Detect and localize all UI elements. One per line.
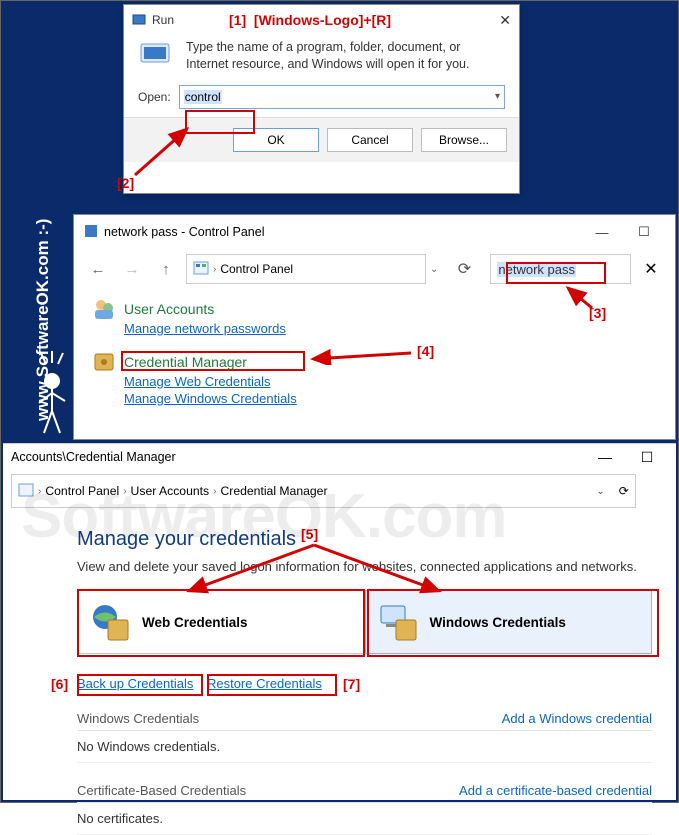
maximize-button[interactable]: ☐ — [626, 449, 668, 466]
breadcrumb-root: Control Panel — [220, 262, 293, 276]
open-label: Open: — [138, 90, 171, 104]
windows-credentials-empty: No Windows credentials. — [77, 731, 652, 763]
doodle-figure-left — [35, 349, 69, 435]
web-credentials-label: Web Credentials — [142, 615, 248, 630]
refresh-button[interactable]: ⟳ — [450, 259, 478, 279]
web-credentials-card[interactable]: Web Credentials — [77, 590, 365, 654]
forward-button[interactable]: → — [118, 255, 146, 283]
windows-credentials-card[interactable]: Windows Credentials — [365, 590, 653, 654]
clear-search-button[interactable]: ✕ — [637, 259, 665, 279]
run-program-icon — [138, 39, 174, 67]
search-value: network pass — [497, 262, 576, 277]
section-cert-credentials: Certificate-Based Credentials — [77, 783, 246, 798]
run-description: Type the name of a program, folder, docu… — [186, 39, 505, 73]
up-button[interactable]: ↑ — [152, 255, 180, 283]
control-panel-icon — [84, 224, 98, 241]
credential-manager-heading[interactable]: Credential Manager — [124, 354, 247, 370]
manage-windows-credentials-link[interactable]: Manage Windows Credentials — [124, 391, 657, 406]
open-input-value: control — [184, 90, 222, 104]
breadcrumb[interactable]: › Control Panel — [186, 254, 426, 284]
restore-credentials-link[interactable]: Restore Credentials — [207, 676, 322, 691]
manage-network-passwords-link[interactable]: Manage network passwords — [124, 321, 657, 336]
crumb-user-accounts[interactable]: User Accounts — [131, 484, 210, 498]
open-input[interactable]: control ▾ — [179, 85, 505, 109]
ok-button[interactable]: OK — [233, 128, 319, 152]
back-button[interactable]: ← — [84, 255, 112, 283]
breadcrumb[interactable]: › Control Panel › User Accounts › Creden… — [11, 474, 636, 508]
crumb-credential-manager[interactable]: Credential Manager — [220, 484, 327, 498]
section-windows-credentials: Windows Credentials — [77, 711, 199, 726]
add-windows-credential-link[interactable]: Add a Windows credential — [502, 711, 652, 726]
cancel-button[interactable]: Cancel — [327, 128, 413, 152]
manage-web-credentials-link[interactable]: Manage Web Credentials — [124, 374, 657, 389]
crumb-root[interactable]: Control Panel — [45, 484, 119, 498]
close-icon[interactable]: ✕ — [499, 12, 511, 29]
minimize-button[interactable]: — — [584, 449, 626, 465]
user-accounts-icon — [92, 297, 116, 321]
minimize-button[interactable]: — — [581, 225, 623, 240]
run-title: Run — [152, 13, 174, 27]
user-accounts-heading[interactable]: User Accounts — [124, 301, 214, 317]
cm-title-tail: Accounts\Credential Manager — [11, 450, 176, 464]
monitor-safe-icon — [378, 602, 418, 642]
credential-manager-window: Accounts\Credential Manager — ☐ › Contro… — [3, 443, 676, 800]
run-window-icon — [132, 12, 146, 29]
maximize-button[interactable]: ☐ — [623, 224, 665, 240]
control-panel-window: network pass - Control Panel — ☐ ← → ↑ ›… — [73, 214, 676, 440]
control-panel-icon — [193, 260, 209, 279]
windows-credentials-label: Windows Credentials — [430, 615, 566, 630]
chevron-down-icon[interactable]: ⌄ — [596, 486, 604, 497]
add-cert-credential-link[interactable]: Add a certificate-based credential — [459, 783, 652, 798]
refresh-button[interactable]: ⟳ — [619, 484, 629, 498]
credential-manager-icon — [92, 350, 116, 374]
search-input[interactable]: network pass — [490, 254, 631, 284]
control-panel-icon — [18, 482, 34, 501]
browse-button[interactable]: Browse... — [421, 128, 507, 152]
cert-credentials-empty: No certificates. — [77, 803, 652, 835]
page-heading: Manage your credentials — [77, 528, 652, 551]
run-dialog: Run ✕ Type the name of a program, folder… — [123, 4, 520, 194]
backup-credentials-link[interactable]: Back up Credentials — [77, 676, 193, 691]
cp-window-title: network pass - Control Panel — [104, 225, 265, 239]
chevron-down-icon[interactable]: ▾ — [495, 91, 500, 102]
globe-safe-icon — [90, 602, 130, 642]
page-subtext: View and delete your saved logon informa… — [77, 559, 652, 574]
